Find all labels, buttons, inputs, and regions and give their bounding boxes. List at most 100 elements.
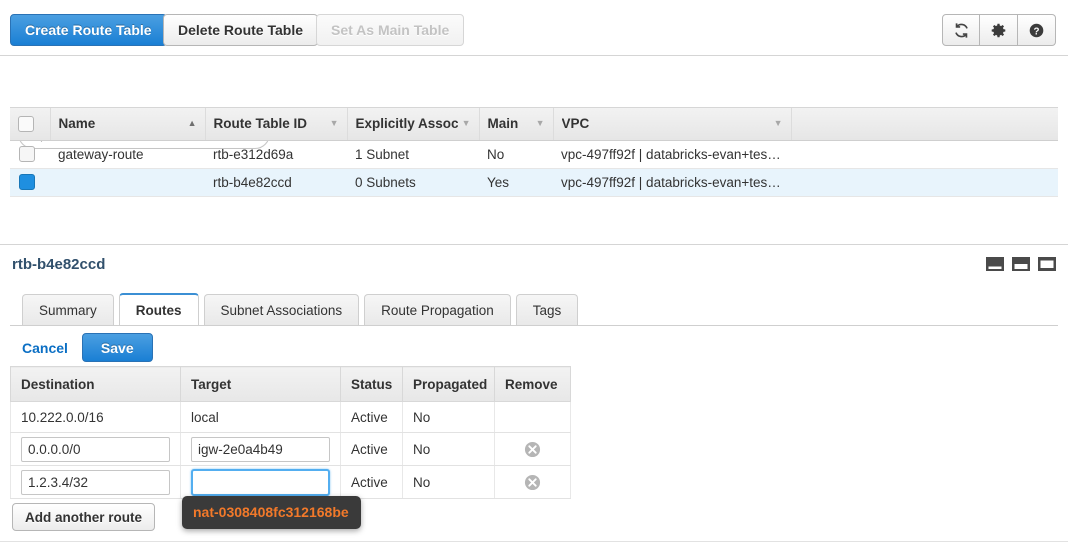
row-select-cell — [10, 140, 50, 168]
create-route-table-button[interactable]: Create Route Table — [10, 14, 167, 46]
column-header-explicitly-associated[interactable]: Explicitly Associat ▼ — [347, 108, 479, 140]
route-propagated: No — [403, 402, 495, 433]
route-target-input-focused[interactable] — [191, 469, 330, 496]
detail-panel-title: rtb-b4e82ccd — [12, 256, 105, 273]
tab-summary[interactable]: Summary — [22, 294, 114, 325]
column-header-route-table-id[interactable]: Route Table ID ▼ — [205, 108, 347, 140]
help-button[interactable]: ? — [1018, 14, 1056, 46]
cell-main: No — [479, 140, 553, 168]
svg-text:?: ? — [1034, 26, 1040, 37]
routes-column-destination: Destination — [11, 367, 181, 402]
column-label-explicitly-associated: Explicitly Associat — [356, 116, 458, 131]
tab-subnet-associations[interactable]: Subnet Associations — [204, 294, 360, 325]
cell-route-table-id: rtb-b4e82ccd — [205, 168, 347, 196]
route-target: local — [181, 402, 341, 433]
cell-vpc: vpc-497ff92f | databricks-evan+test@… — [553, 168, 791, 196]
row-checkbox[interactable] — [19, 174, 35, 190]
set-as-main-table-button: Set As Main Table — [316, 14, 464, 46]
refresh-icon — [953, 22, 970, 39]
column-header-main[interactable]: Main ▼ — [479, 108, 553, 140]
route-status: Active — [341, 433, 403, 466]
gear-icon — [990, 22, 1007, 39]
table-row[interactable]: rtb-b4e82ccd 0 Subnets Yes vpc-497ff92f … — [10, 168, 1058, 196]
route-tables-console: Create Route Table Delete Route Table Se… — [0, 0, 1068, 549]
tab-tags[interactable]: Tags — [516, 294, 579, 325]
table-row[interactable]: gateway-route rtb-e312d69a 1 Subnet No v… — [10, 140, 1058, 168]
column-label-vpc: VPC — [562, 116, 590, 131]
layout-bottom-icon[interactable] — [986, 257, 1004, 271]
route-destination: 10.222.0.0/16 — [11, 402, 181, 433]
route-remove-cell — [495, 402, 571, 433]
column-label-route-table-id: Route Table ID — [214, 116, 308, 131]
row-select-cell — [10, 168, 50, 196]
select-all-header — [10, 108, 50, 140]
column-header-name[interactable]: Name ▲ — [50, 108, 205, 140]
remove-route-icon[interactable] — [505, 441, 560, 458]
chevron-down-icon[interactable]: ▼ — [462, 119, 471, 128]
chevron-down-icon[interactable]: ▼ — [536, 119, 545, 128]
cell-route-table-id: rtb-e312d69a — [205, 140, 347, 168]
route-row: 10.222.0.0/16 local Active No — [11, 402, 571, 433]
select-all-checkbox[interactable] — [18, 116, 34, 132]
tabs-underline — [10, 325, 1058, 326]
refresh-button[interactable] — [942, 14, 980, 46]
row-checkbox[interactable] — [19, 146, 35, 162]
route-target-cell — [181, 433, 341, 466]
chevron-down-icon[interactable]: ▼ — [330, 119, 339, 128]
route-status: Active — [341, 466, 403, 499]
cell-name: gateway-route — [50, 140, 205, 168]
top-toolbar: Create Route Table Delete Route Table Se… — [0, 0, 1068, 56]
route-row[interactable]: Active No — [11, 466, 571, 499]
cell-spacer — [791, 140, 1058, 168]
help-icon: ? — [1028, 22, 1045, 39]
remove-route-icon[interactable] — [505, 474, 560, 491]
target-autocomplete-dropdown: nat-0308408fc312168be — [182, 496, 361, 529]
route-propagated: No — [403, 466, 495, 499]
delete-route-table-button[interactable]: Delete Route Table — [163, 14, 318, 46]
layout-full-icon[interactable] — [1038, 257, 1056, 271]
routes-column-status: Status — [341, 367, 403, 402]
route-remove-cell — [495, 433, 571, 466]
cell-explicitly-associated: 0 Subnets — [347, 168, 479, 196]
route-destination-cell — [11, 433, 181, 466]
filter-bar: « ‹ 1 to 2 of 2 Route Tables › » — [0, 56, 1068, 106]
toolbar-icon-group: ? — [942, 14, 1056, 46]
column-header-spacer — [791, 108, 1058, 140]
cell-explicitly-associated: 1 Subnet — [347, 140, 479, 168]
cell-main: Yes — [479, 168, 553, 196]
routes-table: Destination Target Status Propagated Rem… — [10, 366, 570, 499]
route-destination-input[interactable] — [21, 437, 170, 462]
routes-column-target: Target — [181, 367, 341, 402]
route-destination-input[interactable] — [21, 470, 170, 495]
route-target-cell — [181, 466, 341, 499]
autocomplete-option-nat-gateway[interactable]: nat-0308408fc312168be — [182, 501, 361, 524]
tab-routes[interactable]: Routes — [119, 293, 199, 325]
save-button[interactable]: Save — [82, 333, 153, 362]
routes-column-propagated: Propagated — [403, 367, 495, 402]
chevron-down-icon[interactable]: ▼ — [774, 119, 783, 128]
column-header-vpc[interactable]: VPC ▼ — [553, 108, 791, 140]
settings-button[interactable] — [980, 14, 1018, 46]
cell-spacer — [791, 168, 1058, 196]
route-row[interactable]: Active No — [11, 433, 571, 466]
routes-header-row: Destination Target Status Propagated Rem… — [11, 367, 571, 402]
column-label-name: Name — [59, 116, 96, 131]
route-remove-cell — [495, 466, 571, 499]
route-tables-grid: Name ▲ Route Table ID ▼ Explicitly Assoc… — [10, 107, 1058, 197]
route-propagated: No — [403, 433, 495, 466]
routes-actions: Cancel Save — [22, 333, 153, 362]
detail-tabs: Summary Routes Subnet Associations Route… — [22, 294, 1058, 325]
grid-header-row: Name ▲ Route Table ID ▼ Explicitly Assoc… — [10, 108, 1058, 140]
panel-layout-controls — [986, 257, 1056, 271]
routes-column-remove: Remove — [495, 367, 571, 402]
cancel-button[interactable]: Cancel — [22, 340, 68, 356]
sort-ascending-icon: ▲ — [188, 119, 197, 128]
route-target-input[interactable] — [191, 437, 330, 462]
column-label-main: Main — [488, 116, 519, 131]
cell-vpc: vpc-497ff92f | databricks-evan+test@… — [553, 140, 791, 168]
panel-divider[interactable] — [0, 244, 1068, 247]
layout-split-icon[interactable] — [1012, 257, 1030, 271]
bottom-divider — [0, 541, 1068, 542]
tab-route-propagation[interactable]: Route Propagation — [364, 294, 511, 325]
add-another-route-button[interactable]: Add another route — [12, 503, 155, 531]
